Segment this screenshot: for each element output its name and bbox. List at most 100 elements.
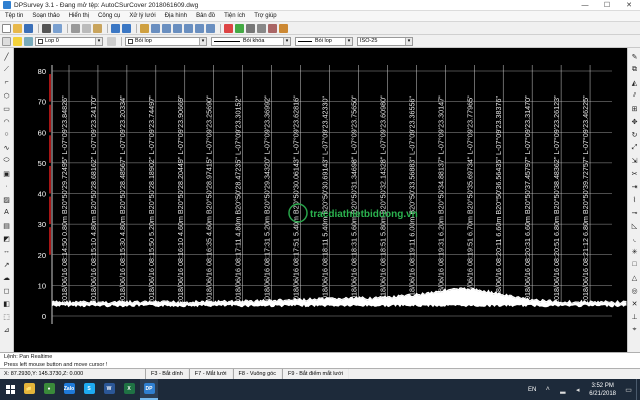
- zoom-out-icon[interactable]: [195, 23, 204, 33]
- chevron-up-icon[interactable]: ˄: [543, 385, 552, 394]
- copy-object-icon[interactable]: ⧉: [630, 65, 639, 74]
- drawing-canvas[interactable]: 80 70 60 50 40 30 20 10 0 2018/06/16 08:14:50 0.…: [14, 48, 627, 352]
- color-select[interactable]: Bói lop ▾: [125, 36, 207, 46]
- taskbar-app-5[interactable]: X: [120, 379, 138, 400]
- join-icon[interactable]: ⊸: [630, 208, 639, 217]
- snap-nearest-icon[interactable]: ⌖: [630, 325, 639, 334]
- taskbar-app-6[interactable]: DP: [140, 379, 158, 400]
- chamfer-icon[interactable]: ◺: [630, 221, 639, 230]
- mirror-icon[interactable]: ◭: [630, 78, 639, 87]
- erase-icon[interactable]: ✎: [630, 52, 639, 61]
- minimize-button[interactable]: —: [574, 0, 596, 11]
- zoom-realtime-icon[interactable]: [151, 23, 160, 33]
- freeze-icon[interactable]: [24, 36, 33, 46]
- menu-file[interactable]: Tệp tin: [0, 13, 27, 19]
- ellipse-tool-icon[interactable]: ⬭: [2, 156, 11, 165]
- taskbar-app-4[interactable]: W: [100, 379, 118, 400]
- close-button[interactable]: ✕: [618, 0, 640, 11]
- measure-tool-icon[interactable]: ⊿: [2, 325, 11, 334]
- snap-intersection-icon[interactable]: ✕: [630, 299, 639, 308]
- snap-center-icon[interactable]: ◎: [630, 286, 639, 295]
- zoom-previous-icon[interactable]: [173, 23, 182, 33]
- wipeout-tool-icon[interactable]: ◻: [2, 286, 11, 295]
- leader-tool-icon[interactable]: ↗: [2, 260, 11, 269]
- start-button[interactable]: [0, 379, 20, 400]
- rectangle-tool-icon[interactable]: ▭: [2, 104, 11, 113]
- linetype-select[interactable]: Bói khóa ▾: [211, 36, 291, 46]
- zoom-window-icon[interactable]: [162, 23, 171, 33]
- menu-map[interactable]: Bản đồ: [191, 13, 219, 19]
- revision-cloud-icon[interactable]: ☁: [2, 273, 11, 282]
- explode-icon[interactable]: ✳: [630, 247, 639, 256]
- menu-edit[interactable]: Soạn thảo: [27, 13, 63, 19]
- break-icon[interactable]: ⌇: [630, 195, 639, 204]
- polyline-tool-icon[interactable]: ⌐: [2, 78, 11, 87]
- move-icon[interactable]: ✥: [630, 117, 639, 126]
- volume-icon[interactable]: ◂: [573, 385, 582, 394]
- stretch-icon[interactable]: ⇲: [630, 156, 639, 165]
- redo-icon[interactable]: [122, 23, 131, 33]
- maximize-button[interactable]: ☐: [596, 0, 618, 11]
- menu-help[interactable]: Trợ giúp: [249, 13, 280, 19]
- grid-snap-toggle-f9[interactable]: F9 - Bắt điểm mắt lưới: [281, 369, 349, 379]
- construction-line-icon[interactable]: ⟋: [2, 65, 11, 74]
- menu-utilities[interactable]: Tiện ích: [219, 13, 249, 19]
- taskbar-app-1[interactable]: ●: [40, 379, 58, 400]
- zoom-in-icon[interactable]: [184, 23, 193, 33]
- rotate-icon[interactable]: ↻: [630, 130, 639, 139]
- bulb-icon[interactable]: [13, 36, 22, 46]
- array-icon[interactable]: ⊞: [630, 104, 639, 113]
- menu-view[interactable]: Hiển thị: [64, 13, 93, 19]
- save-icon[interactable]: [24, 23, 33, 33]
- snap-endpoint-icon[interactable]: □: [630, 260, 639, 269]
- dimstyle-select[interactable]: ISO-25 ▾: [357, 36, 413, 46]
- copy-icon[interactable]: [82, 23, 91, 33]
- distance-icon[interactable]: [257, 23, 266, 33]
- print-preview-icon[interactable]: [53, 23, 62, 33]
- taskbar-app-2[interactable]: Zalo: [60, 379, 78, 400]
- boundary-tool-icon[interactable]: ⬚: [2, 312, 11, 321]
- arc-tool-icon[interactable]: ◠: [2, 117, 11, 126]
- properties-icon[interactable]: [235, 23, 244, 33]
- gradient-tool-icon[interactable]: ◧: [2, 299, 11, 308]
- fillet-icon[interactable]: ◟: [630, 234, 639, 243]
- print-icon[interactable]: [42, 23, 51, 33]
- grid-toggle-f7[interactable]: F7 - Mắt lưới: [188, 369, 233, 379]
- layer-state-icon[interactable]: [2, 36, 11, 46]
- menu-tools[interactable]: Công cụ: [93, 13, 124, 19]
- block-insert-icon[interactable]: ▣: [2, 169, 11, 178]
- help-icon[interactable]: [279, 23, 288, 33]
- line-tool-icon[interactable]: ╱: [2, 52, 11, 61]
- spline-tool-icon[interactable]: ∿: [2, 143, 11, 152]
- scale-icon[interactable]: ⤢: [630, 143, 639, 152]
- layer-select[interactable]: Lop 0 ▾: [35, 36, 103, 46]
- snap-perpendicular-icon[interactable]: ⊥: [630, 312, 639, 321]
- paste-icon[interactable]: [93, 23, 102, 33]
- zoom-extents-icon[interactable]: [206, 23, 215, 33]
- ortho-toggle-f8[interactable]: F8 - Vuông góc: [232, 369, 282, 379]
- show-desktop-button[interactable]: [636, 379, 640, 400]
- point-tool-icon[interactable]: ·: [2, 182, 11, 191]
- dimension-tool-icon[interactable]: ↔: [2, 247, 11, 256]
- new-file-icon[interactable]: [2, 23, 11, 33]
- offset-icon[interactable]: ⫽: [630, 91, 639, 100]
- open-folder-icon[interactable]: [13, 23, 22, 33]
- text-tool-icon[interactable]: A: [2, 208, 11, 217]
- regen-icon[interactable]: [224, 23, 233, 33]
- lineweight-select[interactable]: Bói lop ▾: [295, 36, 353, 46]
- cut-icon[interactable]: [71, 23, 80, 33]
- circle-tool-icon[interactable]: ○: [2, 130, 11, 139]
- language-indicator[interactable]: EN: [528, 387, 536, 393]
- menu-terrain[interactable]: Địa hình: [160, 13, 191, 19]
- snap-toggle-f3[interactable]: F3 - Bắt dính: [145, 369, 189, 379]
- undo-icon[interactable]: [111, 23, 120, 33]
- notification-icon[interactable]: ▭: [624, 385, 633, 394]
- menu-grid[interactable]: Xử lý lưới: [124, 13, 159, 19]
- network-icon[interactable]: ▂: [558, 385, 567, 394]
- hatch-tool-icon[interactable]: ▨: [2, 195, 11, 204]
- taskbar-app-0[interactable]: 📁: [20, 379, 38, 400]
- clock[interactable]: 3:52 PM 6/21/2018: [589, 382, 616, 398]
- area-icon[interactable]: [268, 23, 277, 33]
- pan-hand-icon[interactable]: [140, 23, 149, 33]
- region-tool-icon[interactable]: ◩: [2, 234, 11, 243]
